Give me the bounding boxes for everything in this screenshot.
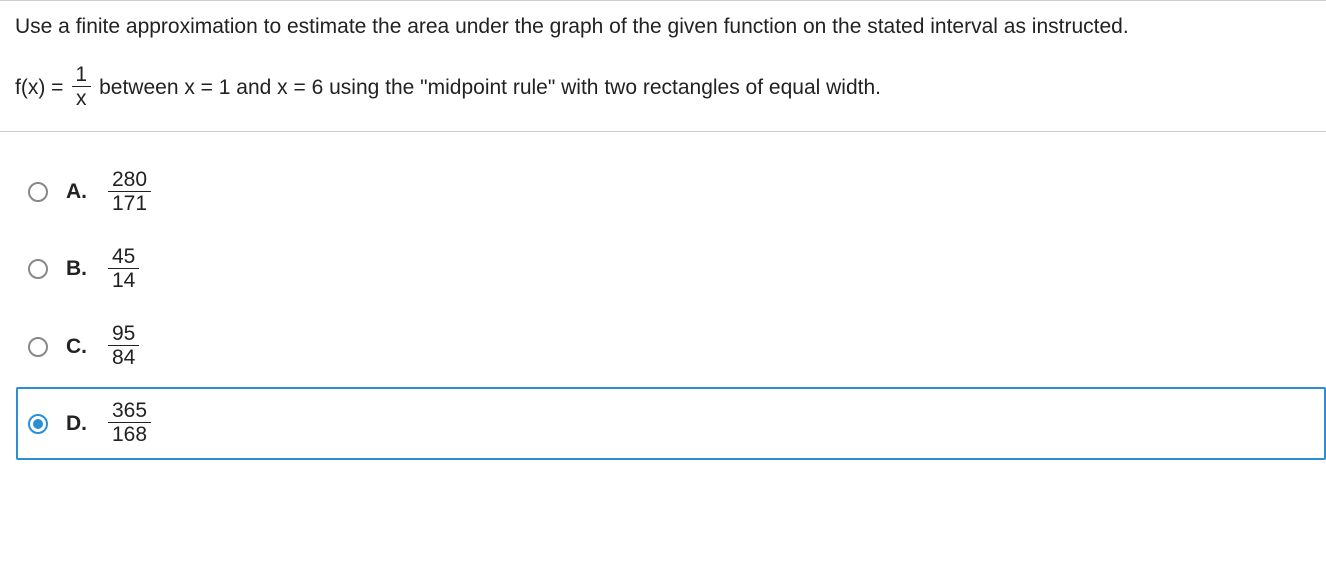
option-frac-den: 168 xyxy=(108,422,151,448)
option-frac-num: 95 xyxy=(108,322,139,345)
fx-prefix: f(x) = xyxy=(15,76,63,100)
answer-option-c[interactable]: C. 95 84 xyxy=(16,310,1326,383)
answer-list: A. 280 171 B. 45 14 C. 95 84 D. 365 168 xyxy=(0,132,1326,461)
radio-icon[interactable] xyxy=(28,259,48,279)
answer-option-a[interactable]: A. 280 171 xyxy=(16,156,1326,229)
option-fraction: 45 14 xyxy=(108,245,139,294)
option-fraction: 280 171 xyxy=(108,168,151,217)
question-block: Use a finite approximation to estimate t… xyxy=(0,1,1326,131)
fx-frac-den: x xyxy=(72,86,91,112)
option-label: A. xyxy=(66,180,90,204)
option-label: C. xyxy=(66,335,90,359)
radio-icon[interactable] xyxy=(28,337,48,357)
option-frac-num: 45 xyxy=(108,245,139,268)
option-label: B. xyxy=(66,257,90,281)
option-frac-den: 14 xyxy=(108,268,139,294)
option-fraction: 95 84 xyxy=(108,322,139,371)
radio-icon[interactable] xyxy=(28,182,48,202)
fx-suffix: between x = 1 and x = 6 using the "midpo… xyxy=(99,76,881,100)
option-frac-den: 171 xyxy=(108,191,151,217)
option-fraction: 365 168 xyxy=(108,399,151,448)
option-frac-den: 84 xyxy=(108,345,139,371)
answer-option-d[interactable]: D. 365 168 xyxy=(16,387,1326,460)
option-frac-num: 365 xyxy=(108,399,151,422)
answer-option-b[interactable]: B. 45 14 xyxy=(16,233,1326,306)
radio-icon[interactable] xyxy=(28,414,48,434)
option-frac-num: 280 xyxy=(108,168,151,191)
fx-frac-num: 1 xyxy=(71,63,91,86)
fx-fraction: 1 x xyxy=(71,63,91,112)
question-formula: f(x) = 1 x between x = 1 and x = 6 using… xyxy=(15,63,1311,112)
question-prompt: Use a finite approximation to estimate t… xyxy=(15,13,1311,41)
option-label: D. xyxy=(66,412,90,436)
